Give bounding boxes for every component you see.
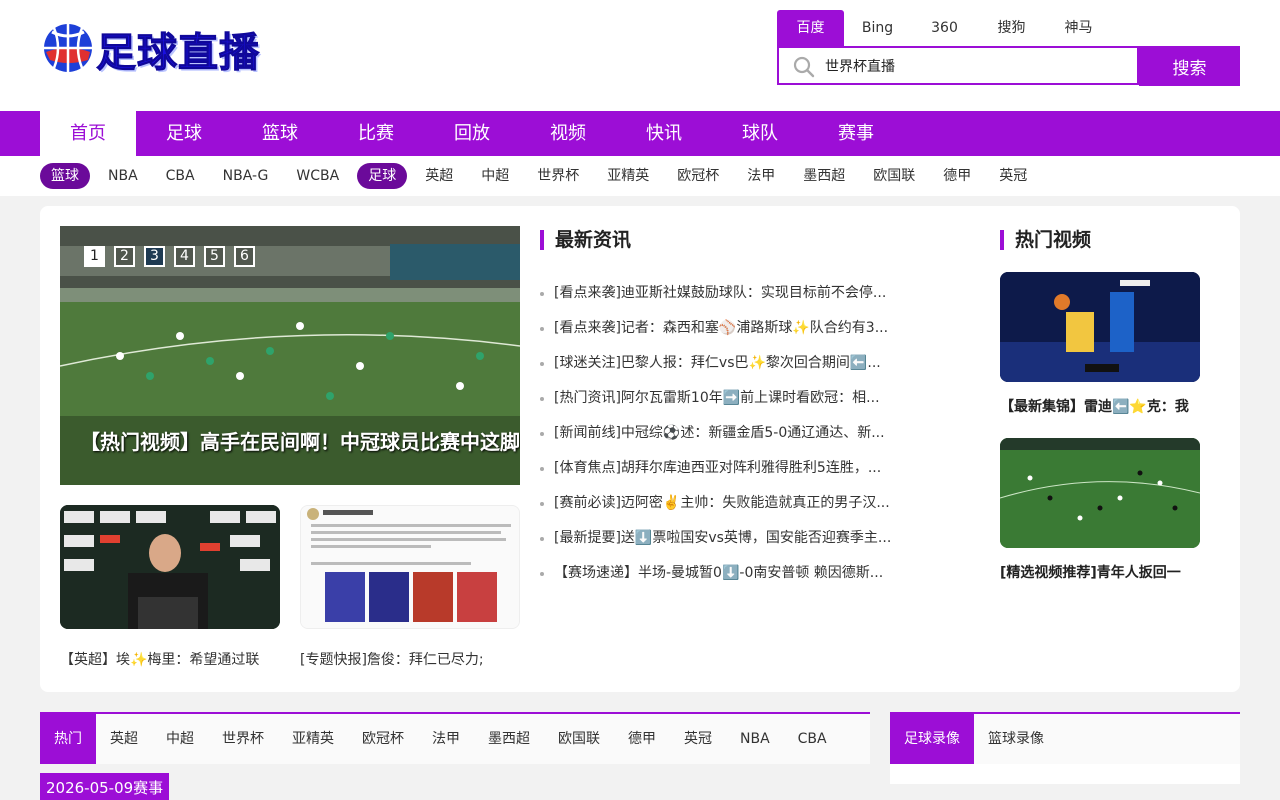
subnav-item[interactable]: 英超 xyxy=(415,163,463,189)
nav-news-flash[interactable]: 快讯 xyxy=(616,111,712,156)
search-input[interactable] xyxy=(825,48,1125,83)
nav-replay[interactable]: 回放 xyxy=(424,111,520,156)
subnav-item[interactable]: 亚精英 xyxy=(597,163,659,189)
news-item[interactable]: [看点来袭]迪亚斯社媒鼓励球队：实现目标前不会停... xyxy=(540,276,920,311)
schedule-tab[interactable]: 墨西超 xyxy=(474,714,544,764)
nav-events[interactable]: 赛事 xyxy=(808,111,904,156)
news-item[interactable]: [新闻前线]中冠综⚽述：新疆金盾5-0通辽通达、新... xyxy=(540,416,920,451)
subnav-item[interactable]: NBA xyxy=(98,163,148,189)
nav-video[interactable]: 视频 xyxy=(520,111,616,156)
content-card: 1 2 3 4 5 6 【热门视频】高手在民间啊！中冠球员比赛中这脚 【英超】埃… xyxy=(40,206,1240,692)
subnav-item[interactable]: CBA xyxy=(156,163,205,189)
schedule-tab[interactable]: 世界杯 xyxy=(208,714,278,764)
thumbnail-caption[interactable]: [专题快报]詹俊：拜仁已尽力; xyxy=(300,649,520,669)
schedule-tabs: 热门 英超 中超 世界杯 亚精英 欧冠杯 法甲 墨西超 欧国联 德甲 英冠 NB… xyxy=(40,712,870,764)
schedule-tab[interactable]: 欧冠杯 xyxy=(348,714,418,764)
subnav-item[interactable]: 中超 xyxy=(471,163,519,189)
schedule-tab[interactable]: 德甲 xyxy=(614,714,670,764)
replay-tab-football[interactable]: 足球录像 xyxy=(890,714,974,764)
news-item[interactable]: [赛前必读]迈阿密✌️主帅：失败能造就真正的男子汉... xyxy=(540,486,920,521)
nav-basketball[interactable]: 篮球 xyxy=(232,111,328,156)
schedule-tab[interactable]: 中超 xyxy=(152,714,208,764)
subnav-item[interactable]: 法甲 xyxy=(737,163,785,189)
news-thumbnail[interactable] xyxy=(60,505,280,629)
video-caption[interactable]: [精选视频推荐]青年人扳回一 xyxy=(1000,562,1200,582)
nav-football[interactable]: 足球 xyxy=(136,111,232,156)
basketball-dunk-image xyxy=(1000,272,1200,382)
schedule-date-label: 2026-05-09赛事 xyxy=(40,773,170,800)
schedule-tab[interactable]: 欧国联 xyxy=(544,714,614,764)
subnav-item[interactable]: 德甲 xyxy=(933,163,981,189)
schedule-tab[interactable]: 英冠 xyxy=(670,714,726,764)
replay-panel xyxy=(890,764,1240,784)
video-thumbnail[interactable] xyxy=(1000,272,1200,382)
subnav-item[interactable]: 欧国联 xyxy=(863,163,925,189)
subnav-item[interactable]: NBA-G xyxy=(213,163,279,189)
slider-page-6[interactable]: 6 xyxy=(234,246,255,267)
slider-caption[interactable]: 【热门视频】高手在民间啊！中冠球员比赛中这脚 xyxy=(80,426,520,455)
video-thumbnail[interactable] xyxy=(1000,438,1200,548)
schedule-tab[interactable]: NBA xyxy=(726,714,784,764)
slider-page-4[interactable]: 4 xyxy=(174,246,195,267)
slider-page-5[interactable]: 5 xyxy=(204,246,225,267)
search-engine-baidu[interactable]: 百度 xyxy=(777,10,844,46)
news-item[interactable]: [看点来袭]记者：森西和塞⚾浦路斯球✨队合约有3... xyxy=(540,311,920,346)
subnav-basketball-category[interactable]: 篮球 xyxy=(40,163,90,189)
news-item[interactable]: 【赛场速递】半场-曼城暂0⬇️-0南安普顿 赖因德斯... xyxy=(540,556,920,591)
social-post-image xyxy=(301,506,519,628)
nav-home[interactable]: 首页 xyxy=(40,111,136,156)
main-nav: 首页 足球 篮球 比赛 回放 视频 快讯 球队 赛事 xyxy=(0,111,1280,156)
slider-page-3[interactable]: 3 xyxy=(144,246,165,267)
search-engine-shenma[interactable]: 神马 xyxy=(1045,10,1112,46)
news-item[interactable]: [体育焦点]胡拜尔库迪西亚对阵利雅得胜利5连胜，... xyxy=(540,451,920,486)
header: 足球直播 百度 Bing 360 搜狗 神马 搜索 xyxy=(0,0,1280,111)
thumbnail-caption[interactable]: 【英超】埃✨梅里：希望通过联 xyxy=(60,649,280,669)
subnav-item[interactable]: 欧冠杯 xyxy=(667,163,729,189)
slider-pagination: 1 2 3 4 5 6 xyxy=(84,246,264,267)
replay-tab-basketball[interactable]: 篮球录像 xyxy=(974,714,1058,764)
news-item[interactable]: [热门资讯]阿尔瓦雷斯10年➡️前上课时看欧冠：相... xyxy=(540,381,920,416)
slider-page-2[interactable]: 2 xyxy=(114,246,135,267)
video-caption[interactable]: 【最新集锦】雷迪⬅️⭐克：我 xyxy=(1000,396,1200,416)
search-engine-bing[interactable]: Bing xyxy=(844,10,911,46)
schedule-tab[interactable]: CBA xyxy=(784,714,841,764)
sub-nav: 篮球 NBA CBA NBA-G WCBA 足球 英超 中超 世界杯 亚精英 欧… xyxy=(0,156,1280,196)
schedule-tab-hot[interactable]: 热门 xyxy=(40,714,96,764)
schedule-tab[interactable]: 亚精英 xyxy=(278,714,348,764)
site-logo[interactable]: 足球直播 xyxy=(40,18,272,78)
press-conference-image xyxy=(60,505,280,629)
latest-news-list: [看点来袭]迪亚斯社媒鼓励球队：实现目标前不会停... [看点来袭]记者：森西和… xyxy=(540,276,920,591)
schedule-tab[interactable]: 法甲 xyxy=(418,714,474,764)
search-icon xyxy=(793,56,815,78)
nav-teams[interactable]: 球队 xyxy=(712,111,808,156)
subnav-item[interactable]: 世界杯 xyxy=(527,163,589,189)
search-engine-sogou[interactable]: 搜狗 xyxy=(978,10,1045,46)
schedule-tab[interactable]: 英超 xyxy=(96,714,152,764)
search-box xyxy=(777,46,1139,85)
search-engine-360[interactable]: 360 xyxy=(911,10,978,46)
slider-page-1[interactable]: 1 xyxy=(84,246,105,267)
news-thumbnail[interactable] xyxy=(300,505,520,629)
search-button[interactable]: 搜索 xyxy=(1139,46,1240,86)
football-match-image xyxy=(1000,438,1200,548)
subnav-item[interactable]: 墨西超 xyxy=(793,163,855,189)
latest-news-title: 最新资讯 xyxy=(540,230,631,250)
basketball-logo-icon xyxy=(44,24,92,72)
search-engine-tabs: 百度 Bing 360 搜狗 神马 xyxy=(777,10,1112,46)
nav-matches[interactable]: 比赛 xyxy=(328,111,424,156)
subnav-item[interactable]: WCBA xyxy=(286,163,349,189)
subnav-football-category[interactable]: 足球 xyxy=(357,163,408,189)
news-item[interactable]: [球迷关注]巴黎人报：拜仁vs巴✨黎次回合期间⬅️... xyxy=(540,346,920,381)
hot-videos-title: 热门视频 xyxy=(1000,230,1091,250)
news-item[interactable]: [最新提要]送⬇️票啦国安vs英博，国安能否迎赛季主... xyxy=(540,521,920,556)
featured-slider[interactable]: 1 2 3 4 5 6 【热门视频】高手在民间啊！中冠球员比赛中这脚 xyxy=(60,226,520,485)
replay-tabs: 足球录像 篮球录像 xyxy=(890,712,1240,764)
logo-text: 足球直播 xyxy=(96,29,260,77)
subnav-item[interactable]: 英冠 xyxy=(989,163,1037,189)
